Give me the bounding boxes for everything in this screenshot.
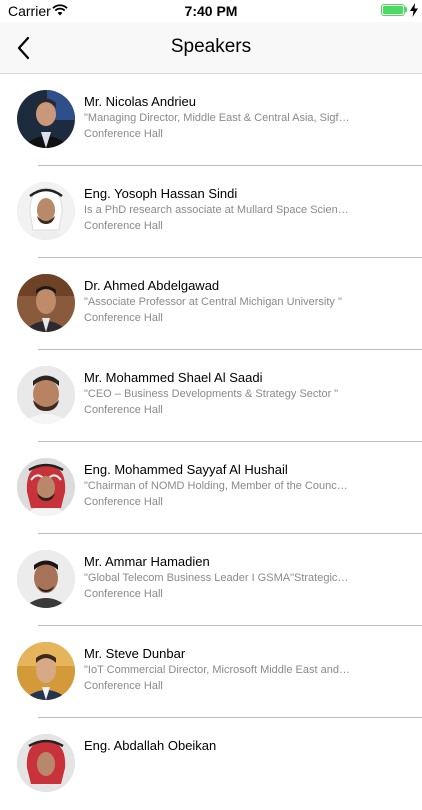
speaker-description: "Global Telecom Business Leader I GSMA"S… bbox=[84, 572, 350, 584]
speaker-row[interactable]: Mr. Steve Dunbar "IoT Commercial Directo… bbox=[0, 626, 422, 718]
speaker-row[interactable]: Eng. Mohammed Sayyaf Al Hushail "Chairma… bbox=[0, 442, 422, 534]
speaker-description: Is a PhD research associate at Mullard S… bbox=[84, 204, 350, 216]
speaker-row[interactable]: Mr. Mohammed Shael Al Saadi "CEO – Busin… bbox=[0, 350, 422, 442]
speaker-avatar bbox=[17, 274, 75, 332]
speaker-location: Conference Hall bbox=[84, 128, 163, 140]
speaker-avatar bbox=[17, 366, 75, 424]
speaker-description: "Managing Director, Middle East & Centra… bbox=[84, 112, 350, 124]
speaker-location: Conference Hall bbox=[84, 312, 163, 324]
speaker-description: "Chairman of NOMD Holding, Member of the… bbox=[84, 480, 350, 492]
speaker-name: Dr. Ahmed Abdelgawad bbox=[84, 278, 220, 293]
speakers-list: Mr. Nicolas Andrieu "Managing Director, … bbox=[0, 74, 422, 810]
speaker-location: Conference Hall bbox=[84, 404, 163, 416]
speaker-avatar bbox=[17, 458, 75, 516]
speaker-name: Eng. Yosoph Hassan Sindi bbox=[84, 186, 238, 201]
speaker-description: "IoT Commercial Director, Microsoft Midd… bbox=[84, 664, 350, 676]
speaker-location: Conference Hall bbox=[84, 220, 163, 232]
speaker-name: Mr. Ammar Hamadien bbox=[84, 554, 210, 569]
charging-bolt-icon bbox=[410, 3, 418, 17]
battery-icon bbox=[381, 4, 405, 16]
clock-time: 7:40 PM bbox=[184, 3, 238, 19]
speaker-name: Eng. Mohammed Sayyaf Al Hushail bbox=[84, 462, 288, 477]
speaker-avatar bbox=[17, 182, 75, 240]
speaker-description: "Associate Professor at Central Michigan… bbox=[84, 296, 342, 308]
speaker-avatar bbox=[17, 550, 75, 608]
speaker-row[interactable]: Mr. Ammar Hamadien "Global Telecom Busin… bbox=[0, 534, 422, 626]
speaker-row[interactable]: Mr. Nicolas Andrieu "Managing Director, … bbox=[0, 74, 422, 166]
speaker-location: Conference Hall bbox=[84, 496, 163, 508]
speaker-name: Mr. Nicolas Andrieu bbox=[84, 94, 196, 109]
speaker-row[interactable]: Dr. Ahmed Abdelgawad "Associate Professo… bbox=[0, 258, 422, 350]
status-bar: Carrier 7:40 PM bbox=[0, 0, 422, 22]
speaker-avatar bbox=[17, 734, 75, 792]
battery-tip bbox=[405, 7, 407, 12]
speaker-row[interactable]: Eng. Yosoph Hassan Sindi Is a PhD resear… bbox=[0, 166, 422, 258]
page-title: Speakers bbox=[170, 36, 252, 57]
speaker-row[interactable]: Eng. Abdallah Obeikan bbox=[0, 718, 422, 810]
speaker-location: Conference Hall bbox=[84, 588, 163, 600]
speaker-name: Mr. Mohammed Shael Al Saadi bbox=[84, 370, 263, 385]
speaker-avatar bbox=[17, 90, 75, 148]
speaker-name: Eng. Abdallah Obeikan bbox=[84, 738, 217, 753]
navigation-bar: Speakers bbox=[0, 22, 422, 74]
speaker-location: Conference Hall bbox=[84, 680, 163, 692]
speaker-name: Mr. Steve Dunbar bbox=[84, 646, 186, 661]
speaker-avatar bbox=[17, 642, 75, 700]
speaker-description: "CEO – Business Developments & Strategy … bbox=[84, 388, 339, 400]
